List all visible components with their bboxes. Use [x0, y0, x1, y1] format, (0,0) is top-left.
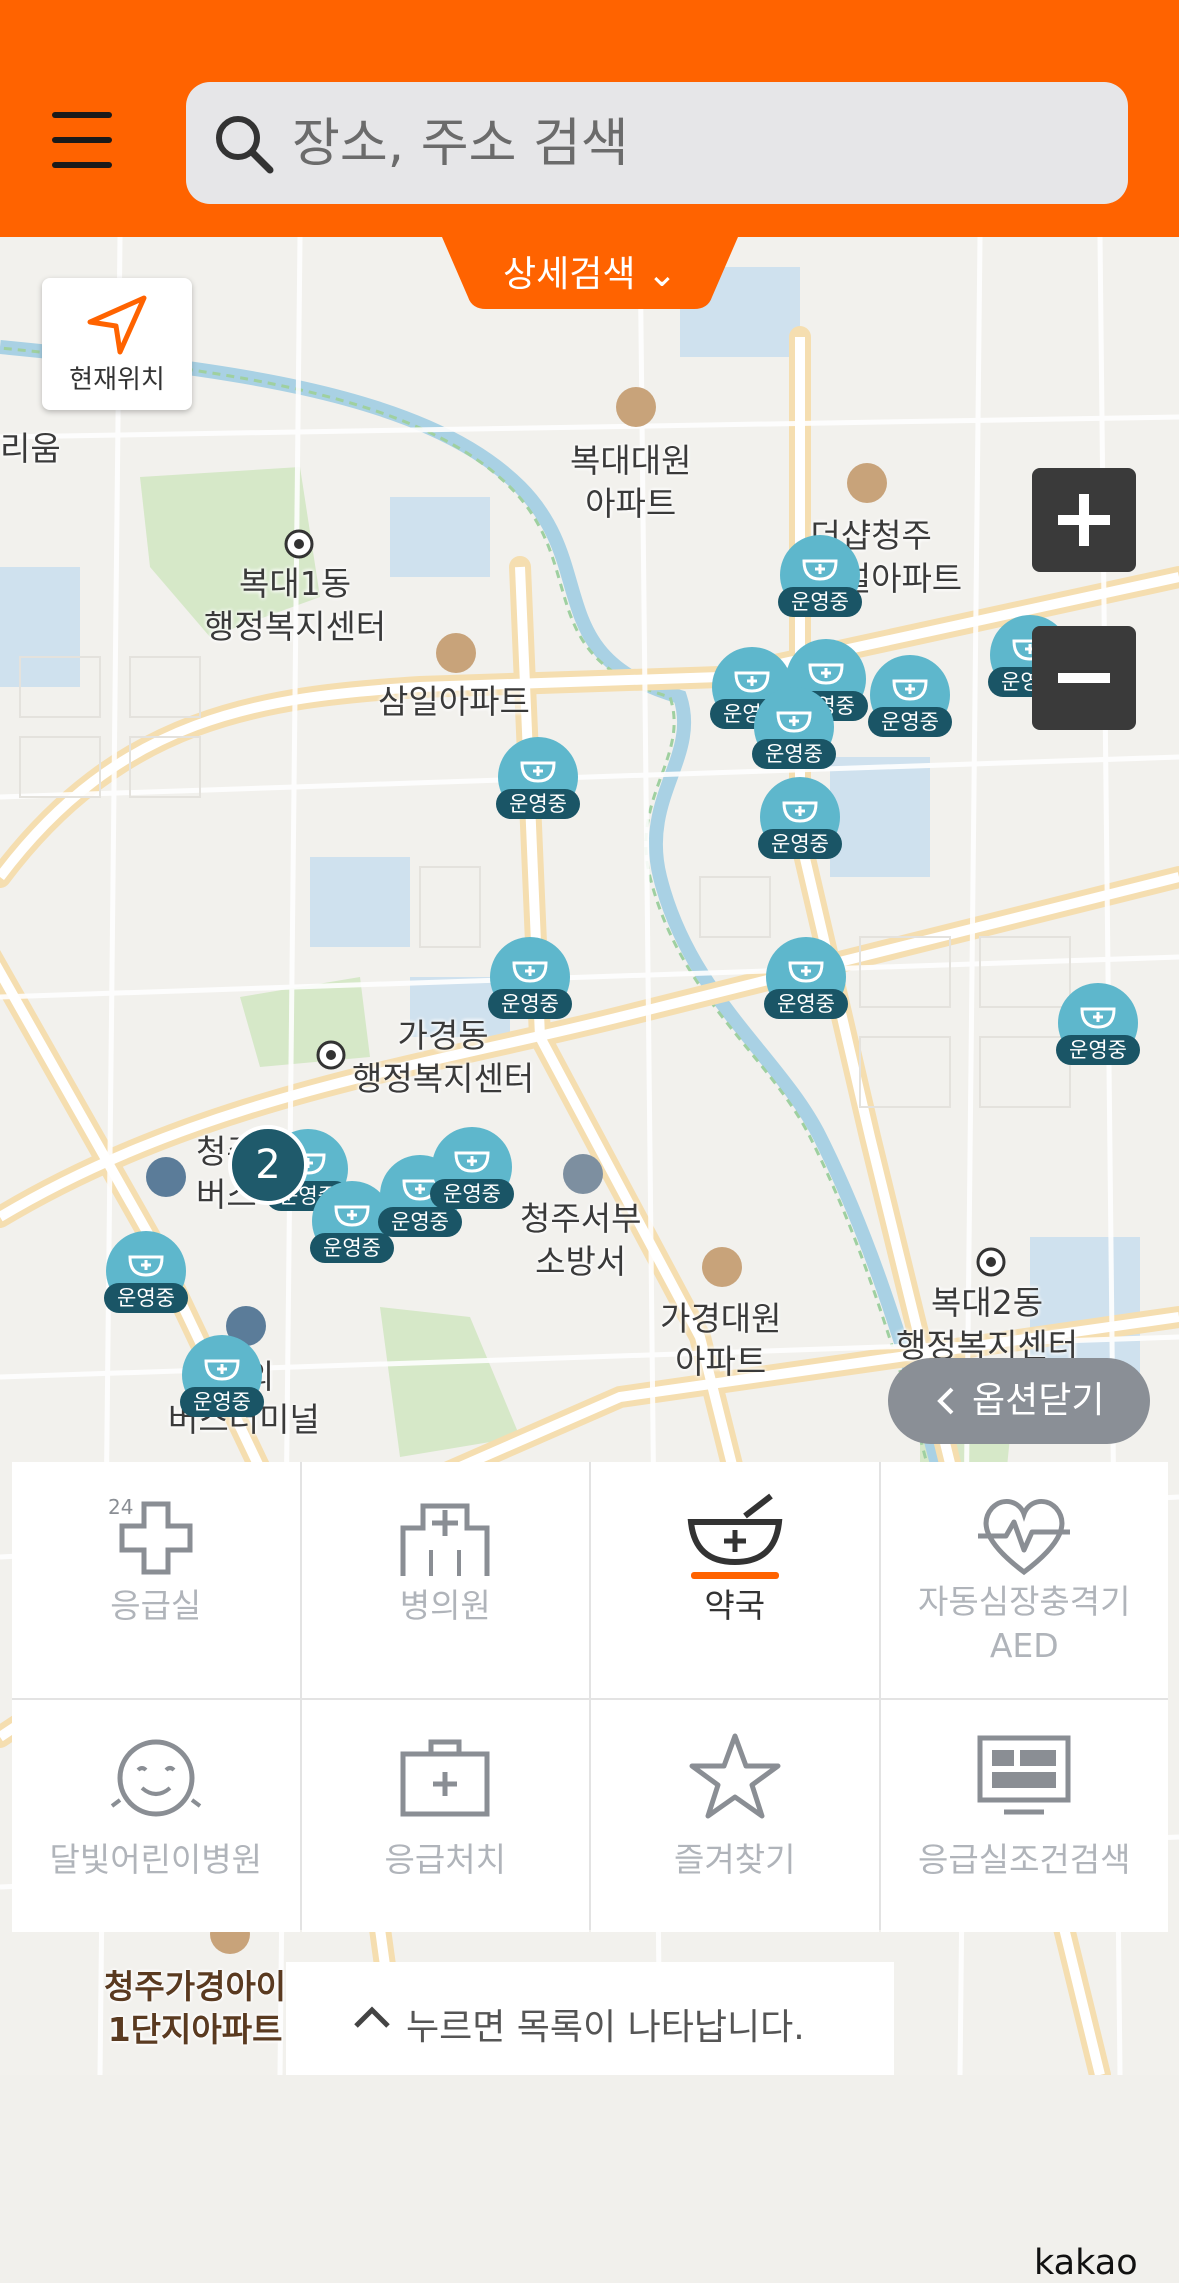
pharmacy-icon	[802, 559, 838, 581]
advanced-search-label: 상세검색 ⌄	[502, 254, 678, 295]
category-label: 응급실	[110, 1586, 202, 1625]
map-label: 리움	[0, 429, 61, 468]
pharmacy-pin[interactable]: 운영중	[764, 937, 848, 1023]
zoom-in-button[interactable]	[1032, 468, 1136, 572]
map-label: 가경대원 아파트	[660, 1299, 782, 1381]
pharmacy-icon	[788, 961, 824, 983]
category-label: 자동심장충격기 AED	[917, 1582, 1131, 1665]
map-label: 청주서부 소방서	[520, 1199, 642, 1281]
first-aid-kit-icon	[400, 1739, 490, 1817]
pharmacy-icon	[454, 1151, 490, 1173]
heart-aed-icon	[978, 1498, 1071, 1576]
category-pharmacy[interactable]: 약국	[591, 1462, 879, 1698]
pin-status: 운영중	[758, 829, 842, 859]
search-icon	[216, 116, 274, 174]
map-label: 복대2동 행정복지센터	[896, 1283, 1079, 1365]
options-close-button[interactable]: 옵션닫기	[888, 1358, 1150, 1444]
pharmacy-pin[interactable]: 운영중	[758, 777, 842, 863]
star-icon	[689, 1733, 781, 1819]
pharmacy-icon	[204, 1359, 240, 1381]
category-aed[interactable]: 자동심장충격기 AED	[880, 1462, 1168, 1698]
map-label: 복대1동 행정복지센터	[204, 564, 387, 646]
child-face-icon	[110, 1739, 201, 1817]
advanced-search-tab[interactable]: 상세검색 ⌄	[442, 237, 738, 309]
pharmacy-icon	[520, 761, 556, 783]
hamburger-menu-icon[interactable]	[52, 112, 112, 168]
pharmacy-pin[interactable]: 운영중	[180, 1335, 264, 1421]
navigation-arrow-icon	[87, 295, 147, 355]
search-bar[interactable]	[186, 82, 1128, 204]
chevron-up-icon	[354, 2006, 390, 2028]
plus-icon	[1058, 494, 1110, 546]
pharmacy-icon	[334, 1205, 370, 1227]
pharmacy-icon	[512, 961, 548, 983]
minus-icon	[1058, 673, 1110, 683]
pin-status: 운영중	[430, 1179, 514, 1209]
chevron-left-icon	[937, 1387, 954, 1415]
svg-text:24: 24	[108, 1495, 133, 1519]
category-emergency-room[interactable]: 24 응급실	[12, 1462, 300, 1698]
pharmacy-pin[interactable]: 운영중	[752, 687, 836, 773]
monitor-icon	[977, 1735, 1071, 1815]
pharmacy-icon	[687, 1493, 783, 1579]
pharmacy-pin[interactable]: 운영중	[868, 655, 952, 741]
pin-status: 운영중	[752, 739, 836, 769]
pharmacy-cluster[interactable]: 2	[228, 1125, 308, 1205]
pharmacy-pin[interactable]: 운영중	[430, 1127, 514, 1213]
category-hospital[interactable]: 병의원	[301, 1462, 589, 1698]
pharmacy-icon	[128, 1255, 164, 1277]
category-panel: 24 응급실 병의원 약국 자동심장충격기 AED 달빛어린이병원 응급처치 즐…	[12, 1462, 1168, 1932]
zoom-out-button[interactable]	[1032, 626, 1136, 730]
category-favorites[interactable]: 즐겨찾기	[591, 1700, 879, 1932]
pin-status: 운영중	[764, 989, 848, 1019]
emergency-24-icon: 24	[108, 1495, 193, 1575]
category-label: 응급실조건검색	[917, 1840, 1131, 1879]
pharmacy-pin[interactable]: 운영중	[778, 535, 862, 621]
show-list-button[interactable]: 누르면 목록이 나타납니다.	[286, 1962, 894, 2075]
map-label: 청주가경아이 1단지아파트	[104, 1967, 287, 2049]
search-input[interactable]	[290, 104, 1094, 184]
pharmacy-icon	[1080, 1007, 1116, 1029]
list-hint-label: 누르면 목록이 나타납니다.	[406, 2007, 805, 2048]
pharmacy-icon	[892, 679, 928, 701]
pharmacy-pin[interactable]: 운영중	[496, 737, 580, 823]
category-label: 즐겨찾기	[674, 1840, 796, 1879]
current-location-button[interactable]: 현재위치	[42, 278, 192, 410]
pin-status: 운영중	[868, 707, 952, 737]
pin-status: 운영중	[104, 1283, 188, 1313]
pin-status: 운영중	[488, 989, 572, 1019]
category-label: 응급처치	[384, 1840, 506, 1879]
pin-status: 운영중	[1056, 1035, 1140, 1065]
map-label: 가경동 행정복지센터	[352, 1016, 535, 1098]
category-er-condition-search[interactable]: 응급실조건검색	[880, 1700, 1168, 1932]
hospital-icon	[400, 1503, 490, 1576]
app-header	[0, 0, 1179, 237]
map-label: 삼일아파트	[378, 682, 530, 721]
kakao-logo: kakao	[1034, 2243, 1138, 2283]
pin-status: 운영중	[180, 1387, 264, 1417]
current-location-label: 현재위치	[69, 365, 165, 395]
category-label: 달빛어린이병원	[49, 1840, 263, 1879]
pharmacy-icon	[782, 801, 818, 823]
pharmacy-pin[interactable]: 운영중	[104, 1231, 188, 1317]
pharmacy-icon	[776, 711, 812, 733]
options-close-label: 옵션닫기	[972, 1380, 1105, 1421]
pin-status: 운영중	[496, 789, 580, 819]
map-label: 복대대원 아파트	[570, 441, 692, 523]
pharmacy-icon	[808, 663, 844, 685]
pharmacy-pin[interactable]: 운영중	[488, 937, 572, 1023]
pin-status: 운영중	[778, 587, 862, 617]
category-moonlight-children-hospital[interactable]: 달빛어린이병원	[12, 1700, 300, 1932]
category-label: 병의원	[399, 1586, 491, 1625]
pharmacy-pin[interactable]: 운영중	[1056, 983, 1140, 1069]
category-first-aid[interactable]: 응급처치	[301, 1700, 589, 1932]
category-label: 약국	[704, 1586, 766, 1625]
